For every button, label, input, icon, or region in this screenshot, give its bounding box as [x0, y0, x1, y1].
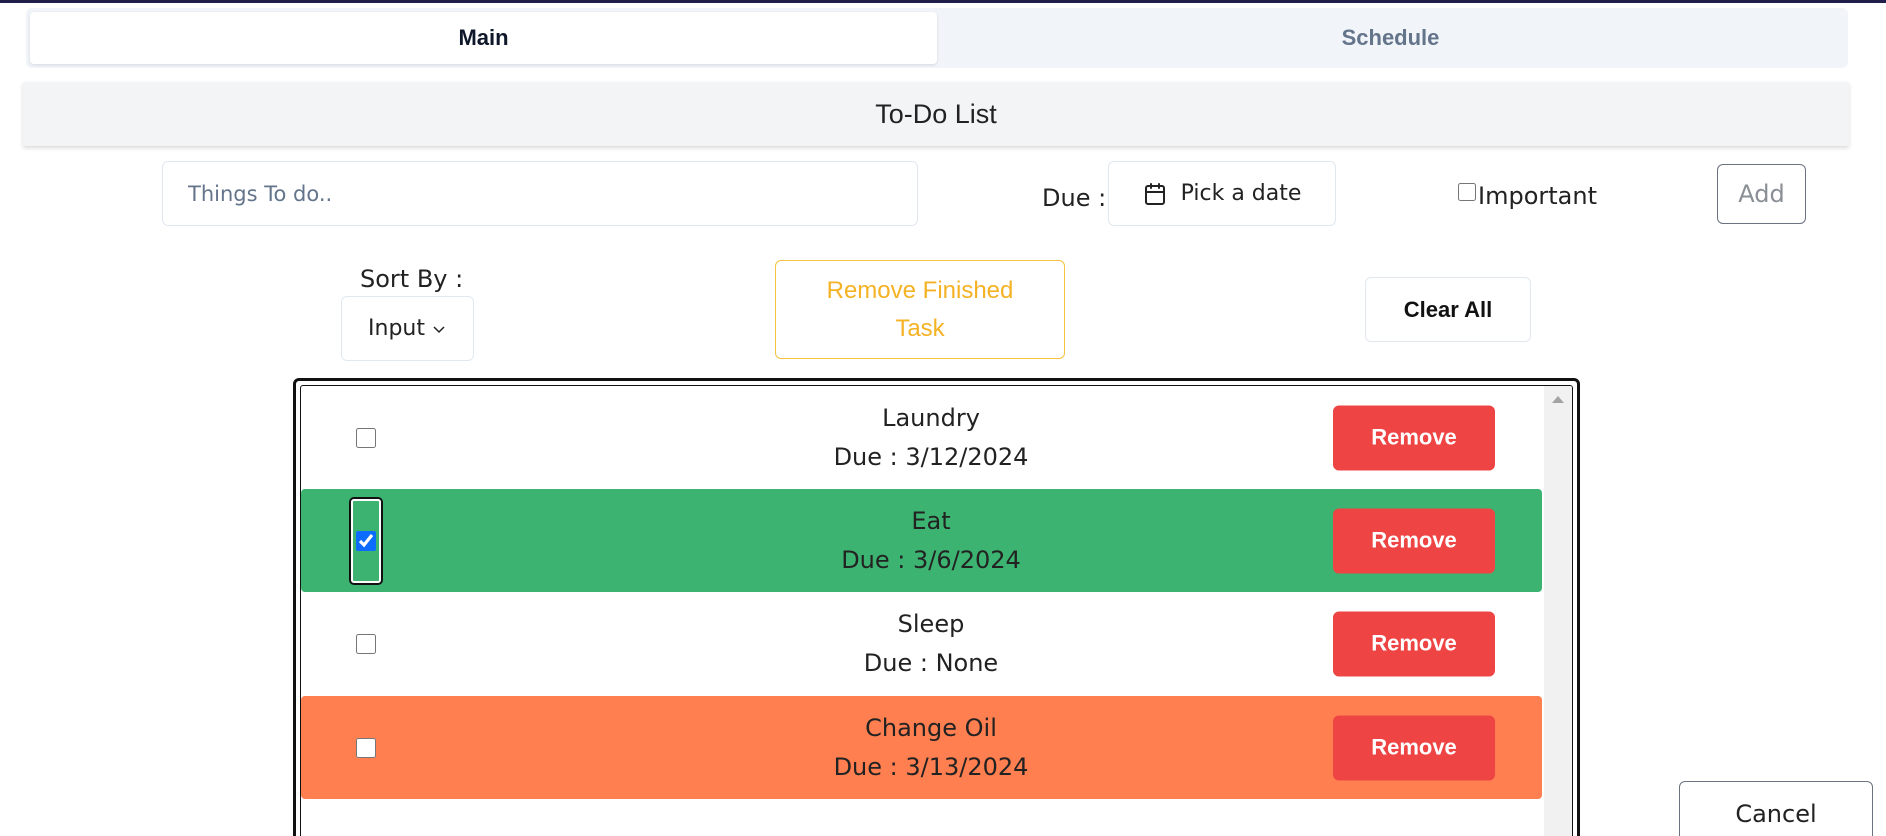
- task-checkbox-wrap: [349, 496, 383, 585]
- remove-task-button[interactable]: Remove: [1333, 508, 1495, 573]
- important-label: Important: [1478, 182, 1597, 210]
- task-checkbox-wrap: [349, 600, 383, 688]
- task-row: Sleep Due : None Remove: [301, 592, 1542, 695]
- page-title: To-Do List: [23, 82, 1849, 146]
- task-info: Eat Due : 3/6/2024: [681, 502, 1181, 580]
- task-info: Change Oil Due : 3/13/2024: [681, 709, 1181, 787]
- task-row: Eat Due : 3/6/2024 Remove: [301, 489, 1542, 592]
- task-list-viewport: Laundry Due : 3/12/2024 Remove Eat Due :…: [300, 385, 1573, 836]
- task-name: Sleep: [897, 609, 965, 638]
- tab-schedule[interactable]: Schedule: [937, 12, 1844, 64]
- task-info: Sleep Due : None: [681, 605, 1181, 683]
- pick-date-label: Pick a date: [1180, 181, 1302, 206]
- task-row: Change Oil Due : 3/13/2024 Remove: [301, 696, 1542, 799]
- task-checkbox[interactable]: [356, 427, 376, 448]
- cancel-button[interactable]: Cancel: [1679, 781, 1873, 836]
- tab-main[interactable]: Main: [30, 12, 937, 64]
- tab-bar: Main Schedule: [26, 8, 1848, 68]
- task-name: Laundry: [882, 403, 980, 432]
- important-checkbox[interactable]: [1458, 183, 1476, 201]
- task-name: Change Oil: [865, 713, 997, 742]
- sort-value: Input: [368, 316, 425, 341]
- task-name: Eat: [911, 506, 951, 535]
- remove-task-button[interactable]: Remove: [1333, 405, 1495, 470]
- remove-task-button[interactable]: Remove: [1333, 715, 1495, 780]
- due-label: Due :: [1042, 184, 1107, 212]
- task-checkbox-wrap: [349, 394, 383, 482]
- clear-all-button[interactable]: Clear All: [1365, 277, 1531, 342]
- task-list-scrollbar[interactable]: [1544, 386, 1572, 836]
- scroll-up-arrow-icon[interactable]: [1552, 396, 1564, 403]
- task-list: Laundry Due : 3/12/2024 Remove Eat Due :…: [293, 378, 1580, 836]
- task-checkbox[interactable]: [356, 530, 376, 551]
- important-option[interactable]: Important: [1458, 182, 1597, 210]
- task-due: Due : None: [863, 648, 999, 677]
- task-checkbox[interactable]: [356, 633, 376, 654]
- remove-task-button[interactable]: Remove: [1333, 611, 1495, 676]
- task-due: Due : 3/12/2024: [833, 442, 1029, 471]
- task-checkbox[interactable]: [356, 737, 376, 758]
- task-info: Laundry Due : 3/12/2024: [681, 399, 1181, 477]
- todo-input[interactable]: [162, 161, 918, 226]
- add-button[interactable]: Add: [1717, 164, 1806, 224]
- sort-label: Sort By :: [360, 265, 464, 293]
- calendar-icon: [1144, 182, 1165, 205]
- chevron-down-icon: [433, 325, 445, 333]
- task-checkbox-wrap: [349, 704, 383, 792]
- task-due: Due : 3/6/2024: [841, 545, 1021, 574]
- sort-select[interactable]: Input: [341, 296, 474, 361]
- remove-finished-button[interactable]: Remove Finished Task: [775, 260, 1065, 359]
- task-due: Due : 3/13/2024: [833, 752, 1029, 781]
- task-row: Laundry Due : 3/12/2024 Remove: [301, 386, 1542, 489]
- pick-date-button[interactable]: Pick a date: [1108, 161, 1336, 226]
- top-accent-bar: [0, 0, 1886, 3]
